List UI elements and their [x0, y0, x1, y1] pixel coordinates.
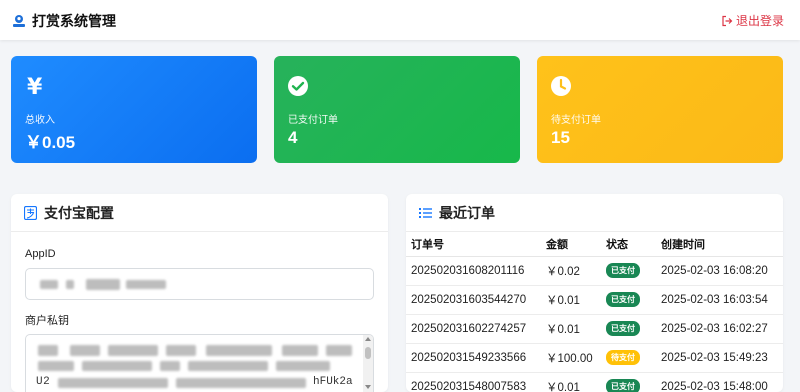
- private-key-visible-start: U2: [36, 376, 51, 388]
- order-time: 2025-02-03 16:08:20: [656, 256, 783, 286]
- order-amount: ￥0.02: [541, 256, 601, 286]
- order-id: 202502031548007583: [406, 372, 541, 392]
- table-row[interactable]: 202502031548007583 ￥0.01 已支付 2025-02-03 …: [406, 372, 783, 392]
- redacted-text: [70, 345, 100, 356]
- scroll-down-arrow[interactable]: [365, 385, 371, 389]
- order-id: 202502031602274257: [406, 314, 541, 344]
- order-time: 2025-02-03 16:03:54: [656, 285, 783, 315]
- private-key-textarea[interactable]: U2 hFUk2a: [25, 334, 374, 392]
- stat-label: 总收入: [25, 115, 55, 126]
- table-header-row: 订单号 金额 状态 创建时间: [406, 232, 783, 257]
- status-badge: 已支付: [606, 292, 640, 307]
- status-badge: 已支付: [606, 321, 640, 336]
- order-status-cell: 已支付: [601, 314, 656, 344]
- card-title: 支付宝配置: [44, 204, 114, 221]
- redacted-text: [206, 345, 272, 356]
- order-time: 2025-02-03 16:02:27: [656, 314, 783, 344]
- redacted-text: [108, 345, 158, 356]
- order-time: 2025-02-03 15:48:00: [656, 372, 783, 392]
- order-amount: ￥0.01: [541, 314, 601, 344]
- order-id: 202502031608201116: [406, 256, 541, 286]
- private-key-label: 商户私钥: [25, 315, 69, 327]
- table-row[interactable]: 202502031608201116 ￥0.02 已支付 2025-02-03 …: [406, 256, 783, 286]
- stat-card-pending-orders: 待支付订单 15: [537, 56, 783, 163]
- scroll-up-arrow[interactable]: [365, 337, 371, 341]
- status-badge: 待支付: [606, 350, 640, 365]
- column-header-order-id: 订单号: [406, 232, 541, 257]
- private-key-visible-end: hFUk2a: [313, 376, 353, 388]
- card-header: 支付宝配置: [11, 194, 388, 232]
- app-title: 打赏系统管理: [32, 13, 116, 29]
- order-amount: ￥100.00: [541, 343, 601, 373]
- order-amount: ￥0.01: [541, 372, 601, 392]
- order-id: 202502031603544270: [406, 285, 541, 315]
- stat-value: 4: [288, 128, 298, 147]
- order-status-cell: 已支付: [601, 285, 656, 315]
- redacted-text: [40, 280, 58, 289]
- stat-card-total-income: ¥ 总收入 ￥0.05: [11, 56, 257, 163]
- orders-table: 订单号 金额 状态 创建时间 202502031608201116 ￥0.02 …: [406, 232, 783, 392]
- clock-icon: [551, 76, 571, 96]
- list-icon: [419, 207, 432, 218]
- order-status-cell: 待支付: [601, 343, 656, 373]
- stat-label: 已支付订单: [288, 115, 338, 126]
- stat-label: 待支付订单: [551, 115, 601, 126]
- table-row[interactable]: 202502031602274257 ￥0.01 已支付 2025-02-03 …: [406, 314, 783, 344]
- column-header-status: 状态: [601, 232, 656, 257]
- alipay-config-card: 支付宝配置 AppID 商户私钥 U2 hFUk2a: [11, 194, 388, 392]
- logout-label: 退出登录: [735, 14, 784, 28]
- alipay-icon: [24, 205, 37, 220]
- card-title: 最近订单: [439, 204, 495, 221]
- user-shield-icon: [13, 15, 25, 27]
- column-header-amount: 金额: [541, 232, 601, 257]
- brand[interactable]: 打赏系统管理: [12, 11, 116, 31]
- card-header: 最近订单: [406, 194, 783, 232]
- status-badge: 已支付: [606, 379, 640, 392]
- order-status-cell: 已支付: [601, 372, 656, 392]
- order-time: 2025-02-03 15:49:23: [656, 343, 783, 373]
- logout-button[interactable]: 退出登录: [721, 12, 784, 29]
- redacted-text: [38, 345, 58, 356]
- yen-icon: ¥: [27, 75, 43, 97]
- redacted-text: [86, 279, 120, 290]
- redacted-text: [276, 361, 330, 371]
- status-badge: 已支付: [606, 263, 640, 278]
- recent-orders-card: 最近订单 订单号 金额 状态 创建时间 202502031608201116 ￥…: [406, 194, 783, 392]
- redacted-text: [188, 361, 268, 371]
- stat-value: 15: [551, 128, 570, 147]
- redacted-text: [176, 378, 306, 388]
- redacted-text: [126, 280, 166, 289]
- stat-value: ￥0.05: [25, 133, 76, 152]
- sign-out-icon: [722, 15, 733, 26]
- order-status-cell: 已支付: [601, 256, 656, 286]
- redacted-text: [66, 280, 74, 289]
- redacted-text: [38, 361, 74, 371]
- svg-text:¥: ¥: [27, 75, 43, 97]
- table-row[interactable]: 202502031603544270 ￥0.01 已支付 2025-02-03 …: [406, 285, 783, 315]
- redacted-text: [282, 345, 318, 356]
- redacted-text: [58, 378, 168, 388]
- redacted-text: [82, 361, 152, 371]
- stat-card-paid-orders: 已支付订单 4: [274, 56, 520, 163]
- appid-label: AppID: [25, 248, 56, 260]
- scroll-thumb[interactable]: [365, 347, 371, 359]
- redacted-text: [326, 345, 352, 356]
- top-navbar: 打赏系统管理 退出登录: [0, 0, 800, 40]
- order-id: 202502031549233566: [406, 343, 541, 373]
- redacted-text: [160, 361, 180, 371]
- textarea-scrollbar[interactable]: [363, 335, 373, 392]
- column-header-created-time: 创建时间: [656, 232, 783, 257]
- check-circle-icon: [288, 76, 308, 96]
- redacted-text: [166, 345, 196, 356]
- table-row[interactable]: 202502031549233566 ￥100.00 待支付 2025-02-0…: [406, 343, 783, 373]
- order-amount: ￥0.01: [541, 285, 601, 315]
- appid-input[interactable]: [25, 268, 374, 300]
